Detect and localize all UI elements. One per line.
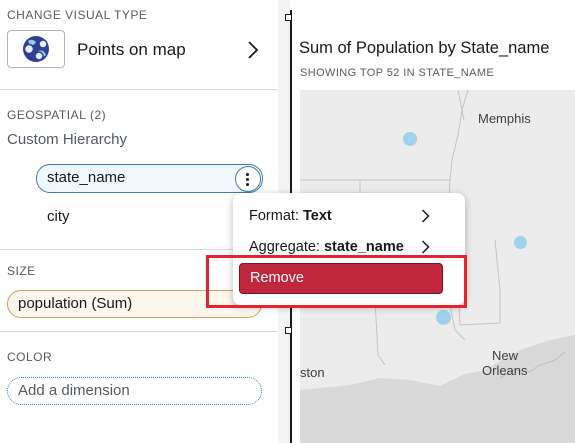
- menu-item-format[interactable]: Format: Text: [249, 208, 332, 224]
- aggregate-value: state_name: [323, 239, 404, 255]
- chevron-right-icon: [421, 240, 430, 254]
- field-well-city[interactable]: city: [47, 208, 70, 225]
- field-options-kebab-icon[interactable]: [235, 166, 261, 192]
- color-placeholder: Add a dimension: [18, 382, 130, 399]
- resize-handle[interactable]: [285, 327, 292, 334]
- aggregate-prefix: Aggregate:: [249, 239, 320, 255]
- chart-subtitle: SHOWING TOP 52 IN STATE_NAME: [300, 67, 495, 79]
- highlight-box: [206, 255, 467, 308]
- visual-type-thumbnail[interactable]: [7, 30, 65, 68]
- points-on-map-icon: [23, 36, 49, 62]
- size-label: SIZE: [7, 264, 36, 278]
- map-label-city: New: [492, 348, 519, 363]
- size-field-label: population (Sum): [18, 295, 133, 312]
- map-label-city: Orleans: [482, 363, 528, 378]
- divider: [0, 331, 278, 332]
- color-label: COLOR: [7, 350, 53, 364]
- resize-handle[interactable]: [285, 14, 292, 21]
- change-visual-type-label: CHANGE VISUAL TYPE: [7, 8, 148, 22]
- chevron-right-icon: [421, 209, 430, 223]
- divider: [0, 89, 278, 90]
- format-value: Text: [302, 208, 332, 224]
- map-data-point[interactable]: [403, 132, 417, 146]
- chevron-right-icon[interactable]: [247, 41, 259, 59]
- chart-title: Sum of Population by State_name: [299, 39, 550, 57]
- map-data-point[interactable]: [436, 310, 451, 325]
- color-add-dimension-well[interactable]: Add a dimension: [7, 377, 262, 405]
- custom-hierarchy-label: Custom Hierarchy: [7, 131, 128, 148]
- map-data-point[interactable]: [514, 236, 527, 249]
- field-well-state-name[interactable]: state_name: [36, 164, 263, 193]
- visual-type-name: Points on map: [77, 40, 186, 59]
- map-label-city: Memphis: [478, 111, 531, 126]
- map-label-city: ston: [300, 365, 325, 380]
- geospatial-label: GEOSPATIAL: [7, 108, 87, 122]
- menu-item-aggregate[interactable]: Aggregate: state_name: [249, 239, 404, 255]
- field-state-name-label: state_name: [47, 169, 126, 186]
- format-prefix: Format:: [249, 208, 299, 224]
- geospatial-count: (2): [90, 108, 107, 122]
